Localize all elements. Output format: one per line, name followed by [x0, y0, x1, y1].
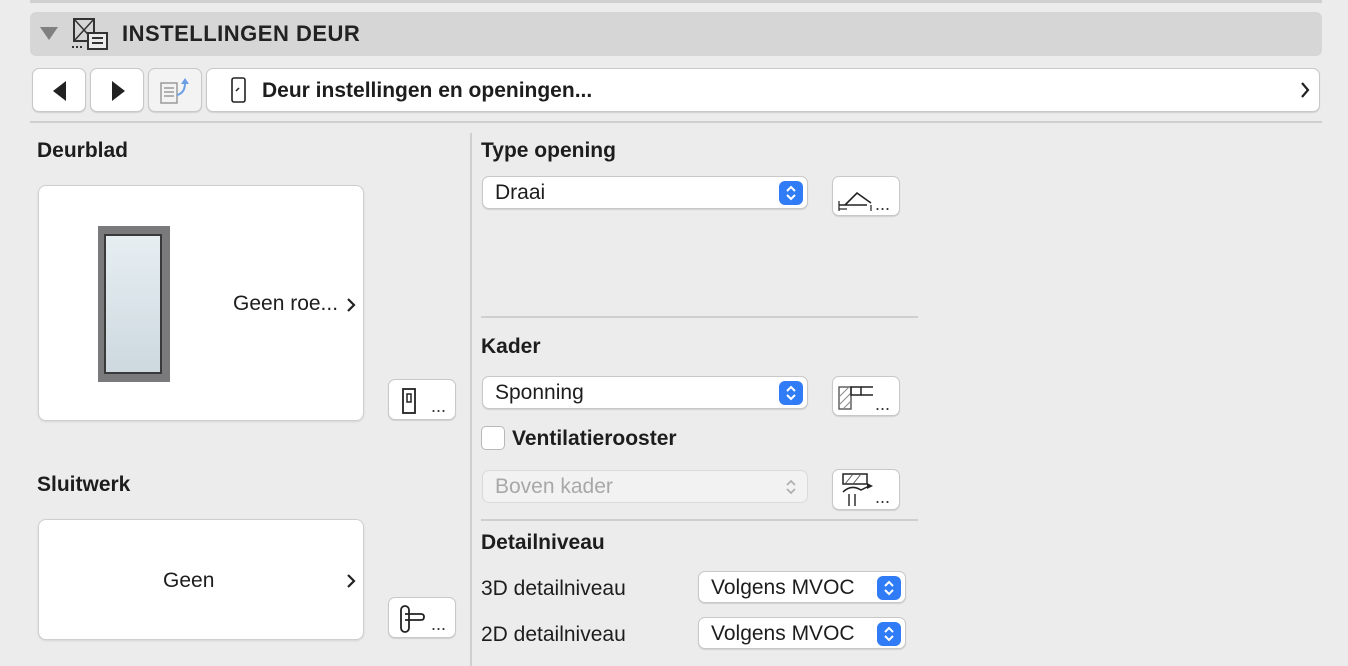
ventilation-grille-icon: [842, 473, 873, 506]
type-opening-title: Type opening: [481, 139, 616, 162]
more-label: ...: [875, 487, 891, 507]
opening-type-value: Draai: [495, 181, 546, 204]
hardware-settings-button[interactable]: ...: [388, 597, 456, 638]
frame-select[interactable]: Sponning: [482, 376, 808, 409]
door-settings-icon: [72, 18, 108, 50]
ventilation-settings-button[interactable]: ...: [832, 469, 900, 510]
sluitwerk-title: Sluitwerk: [37, 473, 131, 496]
deurblad-title: Deurblad: [37, 139, 129, 162]
door-leaf-settings-button[interactable]: ...: [388, 379, 456, 420]
detail-2d-select[interactable]: Volgens MVOC: [698, 617, 906, 649]
stepper-icon: [779, 181, 803, 205]
more-label: ...: [875, 394, 891, 414]
opening-divider: [481, 316, 918, 318]
frame-value: Sponning: [495, 381, 584, 404]
chevron-right-icon: [347, 298, 356, 312]
chevron-right-icon: [347, 574, 356, 588]
door-icon: [231, 77, 246, 103]
ventilation-position-value: Boven kader: [495, 475, 613, 498]
triangle-left-icon: [53, 81, 66, 101]
previous-button[interactable]: [32, 68, 86, 112]
detail-2d-value: Volgens MVOC: [711, 622, 855, 645]
more-label: ...: [875, 194, 891, 214]
more-label: ...: [431, 614, 447, 634]
triangle-right-icon: [112, 81, 125, 101]
detail-3d-select[interactable]: Volgens MVOC: [698, 571, 906, 603]
kader-title: Kader: [481, 335, 541, 358]
section-title: INSTELLINGEN DEUR: [122, 21, 361, 46]
stepper-icon: [779, 475, 803, 499]
swing-opening-icon: [838, 191, 872, 211]
nav-divider: [30, 121, 1322, 123]
opening-type-select[interactable]: Draai: [482, 176, 808, 209]
door-leaf-preview: [98, 226, 170, 382]
detail-2d-label: 2D detailniveau: [481, 623, 626, 646]
detail-3d-value: Volgens MVOC: [711, 576, 855, 599]
next-button[interactable]: [90, 68, 144, 112]
door-leaf-label: Geen roe...: [233, 292, 339, 315]
top-divider: [30, 0, 1322, 3]
ventilation-position-select[interactable]: Boven kader: [482, 470, 808, 503]
opening-settings-button[interactable]: ...: [832, 176, 900, 216]
transfer-icon: [160, 78, 189, 104]
stepper-icon: [877, 576, 901, 600]
frame-settings-button[interactable]: ...: [832, 376, 900, 416]
door-leaf-icon: [402, 388, 416, 414]
hardware-label: Geen: [163, 569, 215, 592]
hardware-card[interactable]: Geen: [38, 519, 364, 640]
stepper-icon: [779, 381, 803, 405]
collapse-triangle-icon[interactable]: [40, 27, 58, 40]
stepper-icon: [877, 622, 901, 646]
ventilation-label: Ventilatierooster: [512, 427, 677, 450]
more-label: ...: [431, 396, 447, 416]
nav-label: Deur instellingen en openingen...: [262, 79, 593, 102]
detail-title: Detailniveau: [481, 531, 605, 554]
door-leaf-card[interactable]: Geen roe...: [38, 185, 364, 421]
rebate-frame-icon: [838, 386, 873, 410]
transfer-settings-button[interactable]: [148, 68, 202, 112]
ventilation-checkbox[interactable]: [481, 426, 505, 450]
detail-3d-label: 3D detailniveau: [481, 577, 626, 600]
column-divider: [470, 133, 472, 666]
chevron-right-icon: [1301, 82, 1310, 98]
door-handle-icon: [400, 605, 425, 633]
frame-divider: [481, 519, 918, 521]
